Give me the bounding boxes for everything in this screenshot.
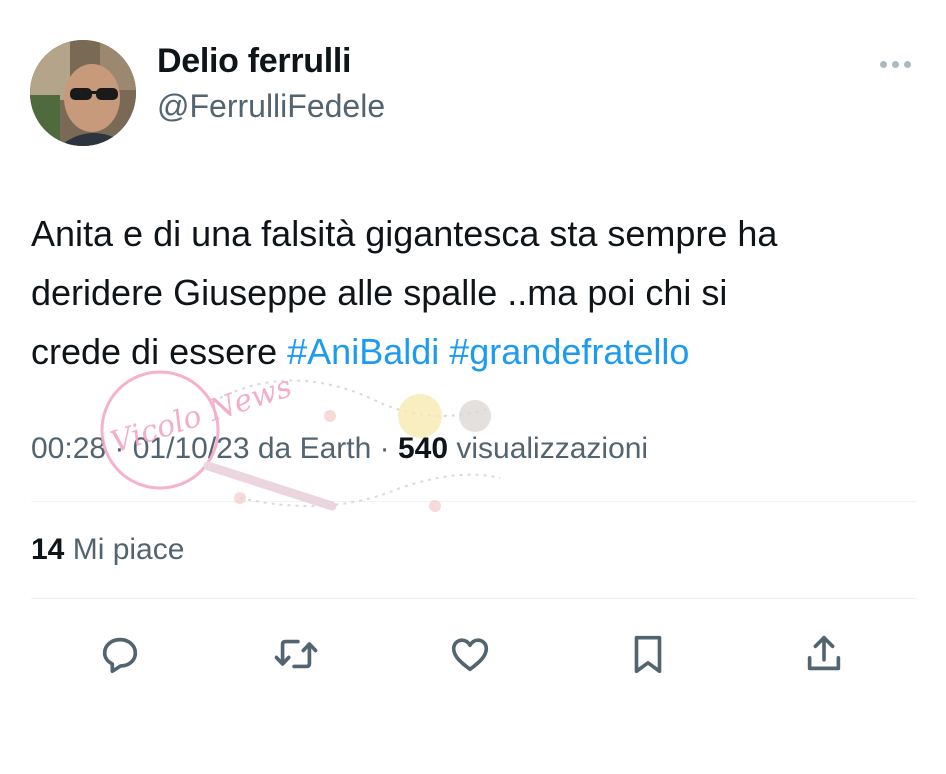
tweet-time[interactable]: 00:28 xyxy=(31,432,106,465)
like-button[interactable] xyxy=(444,628,496,680)
retweet-icon xyxy=(274,639,318,669)
reply-icon xyxy=(102,637,138,674)
views-label: visualizzazioni xyxy=(448,432,649,465)
divider xyxy=(31,598,916,599)
tweet-text-line: deridere Giuseppe alle spalle ..ma poi c… xyxy=(31,272,728,313)
separator: · xyxy=(371,432,398,465)
likes-label: Mi piace xyxy=(64,533,185,566)
tweet-text-line: Anita e di una falsità gigantesca sta se… xyxy=(31,213,778,254)
bookmark-icon xyxy=(634,635,662,674)
tweet-text-fragment: crede di essere xyxy=(31,331,288,372)
views-count: 540 xyxy=(397,432,449,465)
more-horizontal-icon xyxy=(903,60,911,68)
likes-count: 14 xyxy=(31,533,65,566)
likes-link[interactable]: 14 Mi piace xyxy=(31,533,184,567)
share-icon xyxy=(807,635,841,671)
bookmark-button[interactable] xyxy=(622,628,674,680)
more-horizontal-icon xyxy=(891,60,899,68)
avatar[interactable] xyxy=(30,40,136,146)
share-button[interactable] xyxy=(798,628,850,680)
hashtag-link[interactable]: #grandefratello xyxy=(449,331,689,372)
tweet-metadata: 00:28 · 01/10/23 da Earth · 540 visualiz… xyxy=(31,432,648,466)
reply-button[interactable] xyxy=(94,628,146,680)
retweet-button[interactable] xyxy=(270,628,322,680)
more-options-button[interactable] xyxy=(870,52,920,76)
separator: · xyxy=(106,432,133,465)
divider xyxy=(31,501,916,502)
tweet-source: da Earth xyxy=(249,432,372,465)
hashtag-link[interactable]: #AniBaldi xyxy=(287,331,439,372)
tweet-date[interactable]: 01/10/23 xyxy=(133,432,250,465)
heart-icon xyxy=(451,638,489,672)
tweet-card: Delio ferrulli @FerrulliFedele Anita e d… xyxy=(0,0,946,774)
tweet-text-line: crede di essere #AniBaldi #grandefratell… xyxy=(31,322,911,381)
author-handle[interactable]: @FerrulliFedele xyxy=(157,88,385,125)
more-horizontal-icon xyxy=(879,60,887,68)
avatar-photo-icon xyxy=(30,40,136,146)
author-name[interactable]: Delio ferrulli xyxy=(157,42,351,81)
tweet-text: Anita e di una falsità gigantesca sta se… xyxy=(31,204,911,381)
